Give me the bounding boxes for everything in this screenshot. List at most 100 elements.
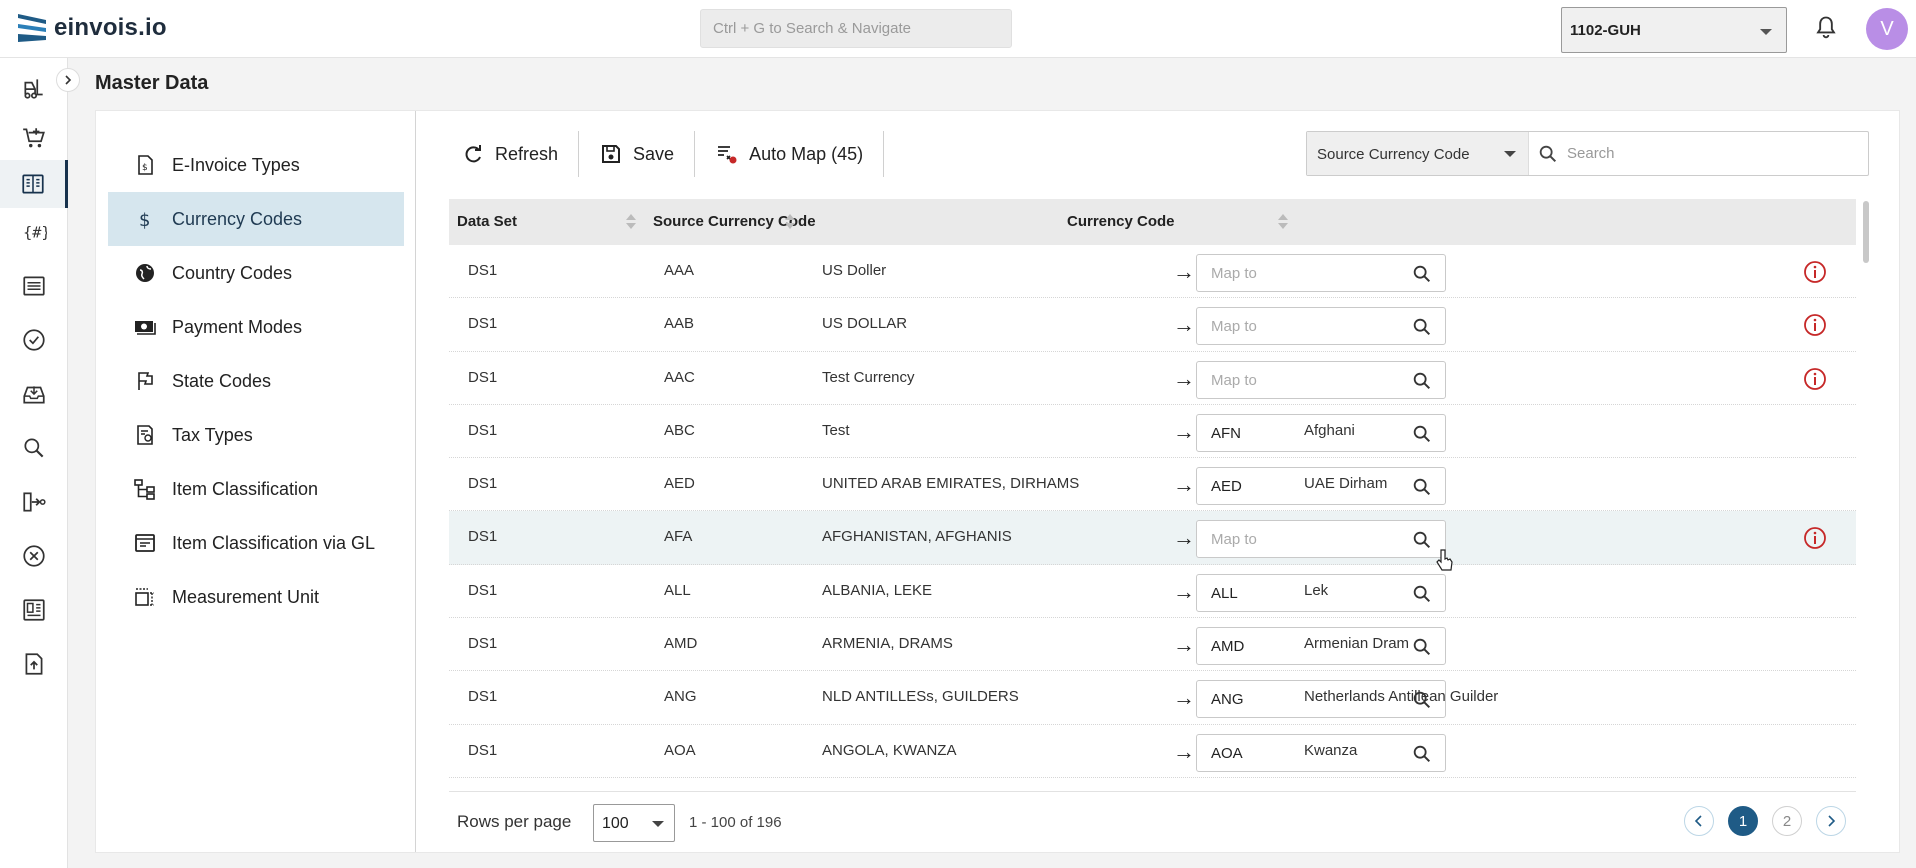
sort-icon[interactable] (626, 212, 636, 232)
rail-inbox-download-icon[interactable] (0, 370, 68, 418)
arrow-right-icon: → (1173, 685, 1195, 711)
chevron-left-icon (1694, 815, 1702, 827)
cell-source-code: AED (664, 475, 695, 493)
subnav-item-payment-modes[interactable]: Payment Modes (108, 300, 404, 354)
search-icon (1413, 638, 1431, 656)
master-data-subnav: $ E-Invoice Types $ Currency Codes Count… (96, 111, 416, 852)
table-row[interactable]: DS1 AED UNITED ARAB EMIRATES, DIRHAMS → AED U… (449, 458, 1856, 512)
toolbar: Refresh Save Auto Map (45) (441, 131, 885, 177)
chevron-down-icon (1504, 151, 1516, 157)
subnav-item-currency-codes[interactable]: $ Currency Codes (108, 192, 404, 246)
rail-upload-document-icon[interactable] (0, 640, 68, 688)
cell-currency-name: Afghani (1304, 421, 1355, 439)
rail-master-data-icon[interactable] (0, 160, 68, 208)
rail-search-document-icon[interactable] (0, 424, 68, 472)
cell-data-set: DS1 (468, 315, 498, 333)
subnav-item-state-codes[interactable]: State Codes (108, 354, 404, 408)
rail-flow-icon[interactable] (0, 478, 68, 526)
arrow-right-icon: → (1173, 259, 1195, 284)
warning-info-icon[interactable] (1803, 260, 1827, 284)
sort-icon[interactable] (1278, 212, 1288, 232)
previous-page-button[interactable] (1684, 806, 1714, 836)
expand-rail-button[interactable] (56, 68, 80, 92)
subnav-item-e-invoice-types[interactable]: $ E-Invoice Types (108, 138, 404, 192)
table-row[interactable]: DS1 AAB US DOLLAR → Map to (449, 298, 1856, 352)
cell-source-code: AFA (664, 528, 693, 546)
search-icon (1413, 265, 1431, 283)
save-button[interactable]: Save (579, 131, 696, 177)
page-button-2[interactable]: 2 (1772, 806, 1802, 836)
arrow-right-icon: → (1173, 472, 1195, 498)
table-row[interactable]: DS1 ALL ALBANIA, LEKE → ALL Lek (449, 565, 1856, 619)
warning-info-icon[interactable] (1803, 367, 1827, 391)
table-row[interactable]: DS1 AOA ANGOLA, KWANZA → AOA Kwanza (449, 725, 1856, 778)
cell-source-code: AMD (664, 635, 698, 653)
subnav-item-label: Item Classification (172, 478, 319, 499)
table-row[interactable]: DS1 AAC Test Currency → Map to (449, 352, 1856, 405)
cell-data-set: DS1 (468, 528, 498, 546)
svg-text:$: $ (139, 210, 150, 231)
warning-info-icon[interactable] (1803, 313, 1827, 337)
avatar[interactable]: V (1866, 8, 1908, 50)
rail-dashboard-icon[interactable] (0, 586, 68, 634)
global-search-input[interactable]: Ctrl + G to Search & Navigate (700, 9, 1012, 48)
subnav-item-country-codes[interactable]: Country Codes (108, 246, 404, 300)
app-logo[interactable]: einvois.io (18, 14, 167, 42)
auto-map-button[interactable]: Auto Map (45) (695, 131, 885, 177)
subnav-item-item-classification-gl[interactable]: Item Classification via GL (108, 516, 404, 570)
auto-map-label: Auto Map (45) (749, 143, 864, 164)
subnav-item-tax-types[interactable]: Tax Types (108, 408, 404, 462)
subnav-item-item-classification[interactable]: Item Classification (108, 462, 404, 516)
cell-source-description: ARMENIA, DRAMS (822, 635, 953, 653)
subnav-item-label: State Codes (172, 370, 272, 391)
rail-check-circle-icon[interactable] (0, 316, 68, 364)
rail-variables-icon[interactable]: {#} (0, 208, 68, 256)
cell-source-description: Test (822, 421, 850, 439)
arrow-right-icon: → (1173, 418, 1195, 444)
map-to-placeholder: Map to (1211, 531, 1257, 549)
search-icon (1413, 478, 1431, 496)
map-to-input[interactable]: Map to (1196, 360, 1446, 399)
cell-currency-name: Armenian Dram (1304, 635, 1410, 653)
globe-icon (132, 260, 158, 286)
chevron-right-icon (65, 75, 72, 85)
cell-currency-name: UAE Dirham (1304, 475, 1388, 493)
table-body: DS1 AAA US Doller → Map to DS1 AAB US DOLLAR → Ma… (449, 245, 1856, 778)
table-row[interactable]: DS1 AAA US Doller → Map to (449, 245, 1856, 299)
table-row[interactable]: DS1 ABC Test → AFN Afghani (449, 405, 1856, 459)
cell-data-set: DS1 (468, 421, 498, 439)
column-header-currency-code[interactable]: Currency Code (1067, 213, 1175, 230)
table-scrollbar[interactable] (1863, 201, 1869, 263)
table-row[interactable]: DS1 AMD ARMENIA, DRAMS → AMD Armenian Dram (449, 618, 1856, 672)
filter-search-input[interactable]: Search (1529, 132, 1868, 175)
map-to-input[interactable]: Map to (1196, 520, 1446, 559)
warning-info-icon[interactable] (1803, 526, 1827, 550)
bell-icon[interactable] (1812, 14, 1840, 42)
subnav-item-measurement-unit[interactable]: Measurement Unit (108, 570, 404, 624)
refresh-button[interactable]: Refresh (441, 131, 580, 177)
rail-cancel-circle-icon[interactable] (0, 532, 68, 580)
map-to-placeholder: Map to (1211, 265, 1257, 282)
rail-cart-icon[interactable] (0, 114, 68, 162)
next-page-button[interactable] (1816, 806, 1846, 836)
sort-icon[interactable] (785, 212, 795, 232)
page-button-1[interactable]: 1 (1728, 806, 1758, 836)
cell-data-set: DS1 (468, 475, 498, 493)
cell-data-set: DS1 (468, 688, 498, 706)
column-header-data-set[interactable]: Data Set (457, 213, 517, 230)
search-icon (1413, 532, 1431, 549)
table-row[interactable]: DS1 AFA AFGHANISTAN, AFGHANIS → Map to (449, 511, 1856, 565)
filter-field-select[interactable]: Source Currency Code (1307, 132, 1529, 175)
rail-list-icon[interactable] (0, 262, 68, 310)
cell-data-set: DS1 (468, 262, 498, 279)
map-to-input[interactable]: Map to (1196, 307, 1446, 346)
cell-source-description: AFGHANISTAN, AFGHANIS (822, 528, 1012, 546)
top-bar: einvois.io Ctrl + G to Search & Navigate… (0, 0, 1916, 58)
rail-forklift-icon[interactable] (0, 64, 68, 112)
rows-per-page-value: 100 (602, 815, 629, 832)
table-row[interactable]: DS1 ANG NLD ANTILLESs, GUILDERS → ANG Netherl… (449, 671, 1856, 725)
organization-select[interactable]: 1102-GUH (1561, 7, 1787, 53)
map-to-input[interactable]: Map to (1196, 254, 1446, 292)
rows-per-page-select[interactable]: 100 (593, 804, 675, 842)
cell-source-description: ANGOLA, KWANZA (822, 741, 957, 759)
